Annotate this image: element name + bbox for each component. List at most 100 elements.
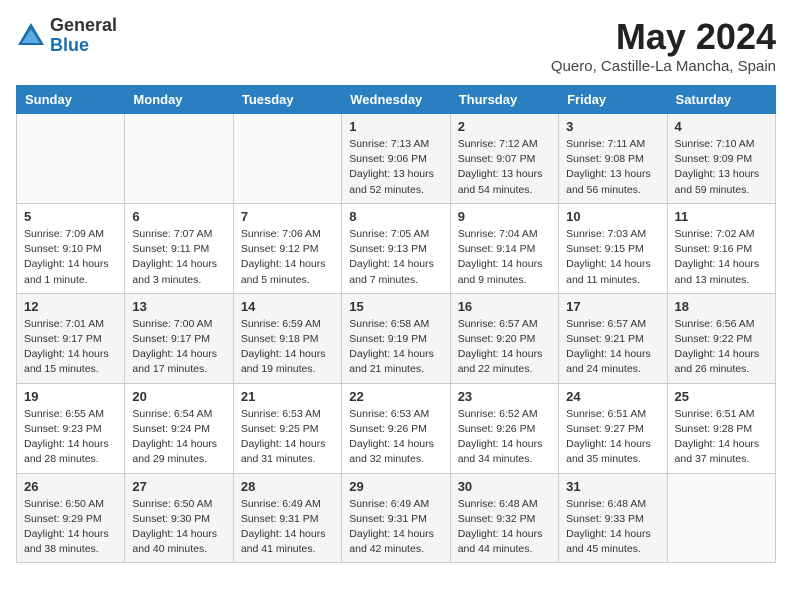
day-detail: Sunrise: 6:58 AMSunset: 9:19 PMDaylight:… — [349, 317, 442, 378]
calendar-cell: 29 Sunrise: 6:49 AMSunset: 9:31 PMDayligh… — [342, 473, 450, 563]
calendar-cell: 9 Sunrise: 7:04 AMSunset: 9:14 PMDaylight… — [450, 203, 558, 293]
day-number: 22 — [349, 389, 442, 404]
day-number: 8 — [349, 209, 442, 224]
day-number: 27 — [132, 479, 225, 494]
calendar-cell: 3Sunrise: 7:11 AMSunset: 9:08 PMDaylight… — [559, 114, 667, 204]
calendar-cell: 25 Sunrise: 6:51 AMSunset: 9:28 PMDayligh… — [667, 383, 775, 473]
calendar-week-row: 12Sunrise: 7:01 AMSunset: 9:17 PMDayligh… — [17, 293, 776, 383]
calendar-cell: 21 Sunrise: 6:53 AMSunset: 9:25 PMDayligh… — [233, 383, 341, 473]
logo-text: General Blue — [50, 16, 117, 56]
calendar-cell — [17, 114, 125, 204]
header-wednesday: Wednesday — [342, 86, 450, 114]
day-detail: Sunrise: 7:06 AMSunset: 9:12 PMDaylight:… — [241, 227, 334, 288]
calendar-cell: 16 Sunrise: 6:57 AMSunset: 9:20 PMDayligh… — [450, 293, 558, 383]
day-number: 23 — [458, 389, 551, 404]
day-number: 30 — [458, 479, 551, 494]
day-number: 6 — [132, 209, 225, 224]
day-number: 11 — [675, 209, 768, 224]
day-detail: Sunrise: 6:49 AMSunset: 9:31 PMDaylight:… — [349, 497, 442, 558]
day-detail: Sunrise: 7:01 AMSunset: 9:17 PMDaylight:… — [24, 317, 117, 378]
day-number: 4 — [675, 119, 768, 134]
day-detail: Sunrise: 6:48 AMSunset: 9:33 PMDaylight:… — [566, 497, 659, 558]
header-thursday: Thursday — [450, 86, 558, 114]
day-detail: Sunrise: 6:53 AMSunset: 9:25 PMDaylight:… — [241, 407, 334, 468]
calendar-week-row: 26Sunrise: 6:50 AMSunset: 9:29 PMDayligh… — [17, 473, 776, 563]
day-number: 19 — [24, 389, 117, 404]
calendar-header-row: SundayMondayTuesdayWednesdayThursdayFrid… — [17, 86, 776, 114]
day-detail: Sunrise: 6:56 AMSunset: 9:22 PMDaylight:… — [675, 317, 768, 378]
day-number: 24 — [566, 389, 659, 404]
day-detail: Sunrise: 7:13 AMSunset: 9:06 PMDaylight:… — [349, 137, 442, 198]
day-detail: Sunrise: 6:51 AMSunset: 9:27 PMDaylight:… — [566, 407, 659, 468]
header-friday: Friday — [559, 86, 667, 114]
day-detail: Sunrise: 7:05 AMSunset: 9:13 PMDaylight:… — [349, 227, 442, 288]
day-number: 10 — [566, 209, 659, 224]
day-detail: Sunrise: 6:54 AMSunset: 9:24 PMDaylight:… — [132, 407, 225, 468]
calendar-cell: 8 Sunrise: 7:05 AMSunset: 9:13 PMDaylight… — [342, 203, 450, 293]
calendar-cell: 11 Sunrise: 7:02 AMSunset: 9:16 PMDayligh… — [667, 203, 775, 293]
logo: General Blue — [16, 16, 117, 56]
header-saturday: Saturday — [667, 86, 775, 114]
calendar-cell: 12Sunrise: 7:01 AMSunset: 9:17 PMDayligh… — [17, 293, 125, 383]
calendar-cell: 19 Sunrise: 6:55 AMSunset: 9:23 PMDayligh… — [17, 383, 125, 473]
calendar-cell: 6 Sunrise: 7:07 AMSunset: 9:11 PMDaylight… — [125, 203, 233, 293]
calendar-cell: 17Sunrise: 6:57 AMSunset: 9:21 PMDayligh… — [559, 293, 667, 383]
day-detail: Sunrise: 7:07 AMSunset: 9:11 PMDaylight:… — [132, 227, 225, 288]
day-detail: Sunrise: 6:59 AMSunset: 9:18 PMDaylight:… — [241, 317, 334, 378]
calendar-cell: 5Sunrise: 7:09 AMSunset: 9:10 PMDaylight… — [17, 203, 125, 293]
calendar-cell: 4Sunrise: 7:10 AMSunset: 9:09 PMDaylight… — [667, 114, 775, 204]
day-detail: Sunrise: 6:52 AMSunset: 9:26 PMDaylight:… — [458, 407, 551, 468]
day-detail: Sunrise: 6:51 AMSunset: 9:28 PMDaylight:… — [675, 407, 768, 468]
month-title: May 2024 — [551, 16, 776, 58]
day-number: 29 — [349, 479, 442, 494]
day-number: 14 — [241, 299, 334, 314]
day-number: 5 — [24, 209, 117, 224]
day-detail: Sunrise: 6:50 AMSunset: 9:30 PMDaylight:… — [132, 497, 225, 558]
calendar-cell — [125, 114, 233, 204]
day-detail: Sunrise: 6:53 AMSunset: 9:26 PMDaylight:… — [349, 407, 442, 468]
logo-icon — [16, 21, 46, 51]
day-detail: Sunrise: 7:00 AMSunset: 9:17 PMDaylight:… — [132, 317, 225, 378]
header-monday: Monday — [125, 86, 233, 114]
day-number: 16 — [458, 299, 551, 314]
calendar-cell: 18 Sunrise: 6:56 AMSunset: 9:22 PMDayligh… — [667, 293, 775, 383]
calendar-table: SundayMondayTuesdayWednesdayThursdayFrid… — [16, 85, 776, 563]
calendar-week-row: 19 Sunrise: 6:55 AMSunset: 9:23 PMDayligh… — [17, 383, 776, 473]
day-number: 13 — [132, 299, 225, 314]
calendar-cell: 24 Sunrise: 6:51 AMSunset: 9:27 PMDayligh… — [559, 383, 667, 473]
day-detail: Sunrise: 7:12 AMSunset: 9:07 PMDaylight:… — [458, 137, 551, 198]
calendar-cell: 14 Sunrise: 6:59 AMSunset: 9:18 PMDayligh… — [233, 293, 341, 383]
day-number: 25 — [675, 389, 768, 404]
day-number: 17 — [566, 299, 659, 314]
day-detail: Sunrise: 6:48 AMSunset: 9:32 PMDaylight:… — [458, 497, 551, 558]
day-number: 3 — [566, 119, 659, 134]
day-number: 2 — [458, 119, 551, 134]
day-detail: Sunrise: 6:49 AMSunset: 9:31 PMDaylight:… — [241, 497, 334, 558]
calendar-cell: 1 Sunrise: 7:13 AMSunset: 9:06 PMDaylight… — [342, 114, 450, 204]
calendar-cell: 7Sunrise: 7:06 AMSunset: 9:12 PMDaylight… — [233, 203, 341, 293]
calendar-cell — [233, 114, 341, 204]
calendar-week-row: 5Sunrise: 7:09 AMSunset: 9:10 PMDaylight… — [17, 203, 776, 293]
calendar-cell: 15 Sunrise: 6:58 AMSunset: 9:19 PMDayligh… — [342, 293, 450, 383]
calendar-cell: 30 Sunrise: 6:48 AMSunset: 9:32 PMDayligh… — [450, 473, 558, 563]
day-detail: Sunrise: 6:55 AMSunset: 9:23 PMDaylight:… — [24, 407, 117, 468]
day-number: 1 — [349, 119, 442, 134]
location-subtitle: Quero, Castille-La Mancha, Spain — [551, 58, 776, 75]
day-detail: Sunrise: 6:57 AMSunset: 9:20 PMDaylight:… — [458, 317, 551, 378]
header-sunday: Sunday — [17, 86, 125, 114]
header: General Blue May 2024 Quero, Castille-La… — [16, 16, 776, 75]
title-area: May 2024 Quero, Castille-La Mancha, Spai… — [551, 16, 776, 75]
day-detail: Sunrise: 7:04 AMSunset: 9:14 PMDaylight:… — [458, 227, 551, 288]
day-number: 18 — [675, 299, 768, 314]
logo-blue: Blue — [50, 36, 117, 56]
calendar-cell: 2 Sunrise: 7:12 AMSunset: 9:07 PMDaylight… — [450, 114, 558, 204]
day-number: 15 — [349, 299, 442, 314]
calendar-cell: 27 Sunrise: 6:50 AMSunset: 9:30 PMDayligh… — [125, 473, 233, 563]
calendar-cell: 20Sunrise: 6:54 AMSunset: 9:24 PMDayligh… — [125, 383, 233, 473]
day-detail: Sunrise: 7:02 AMSunset: 9:16 PMDaylight:… — [675, 227, 768, 288]
day-number: 26 — [24, 479, 117, 494]
day-number: 21 — [241, 389, 334, 404]
day-detail: Sunrise: 7:03 AMSunset: 9:15 PMDaylight:… — [566, 227, 659, 288]
logo-general: General — [50, 16, 117, 36]
day-number: 9 — [458, 209, 551, 224]
